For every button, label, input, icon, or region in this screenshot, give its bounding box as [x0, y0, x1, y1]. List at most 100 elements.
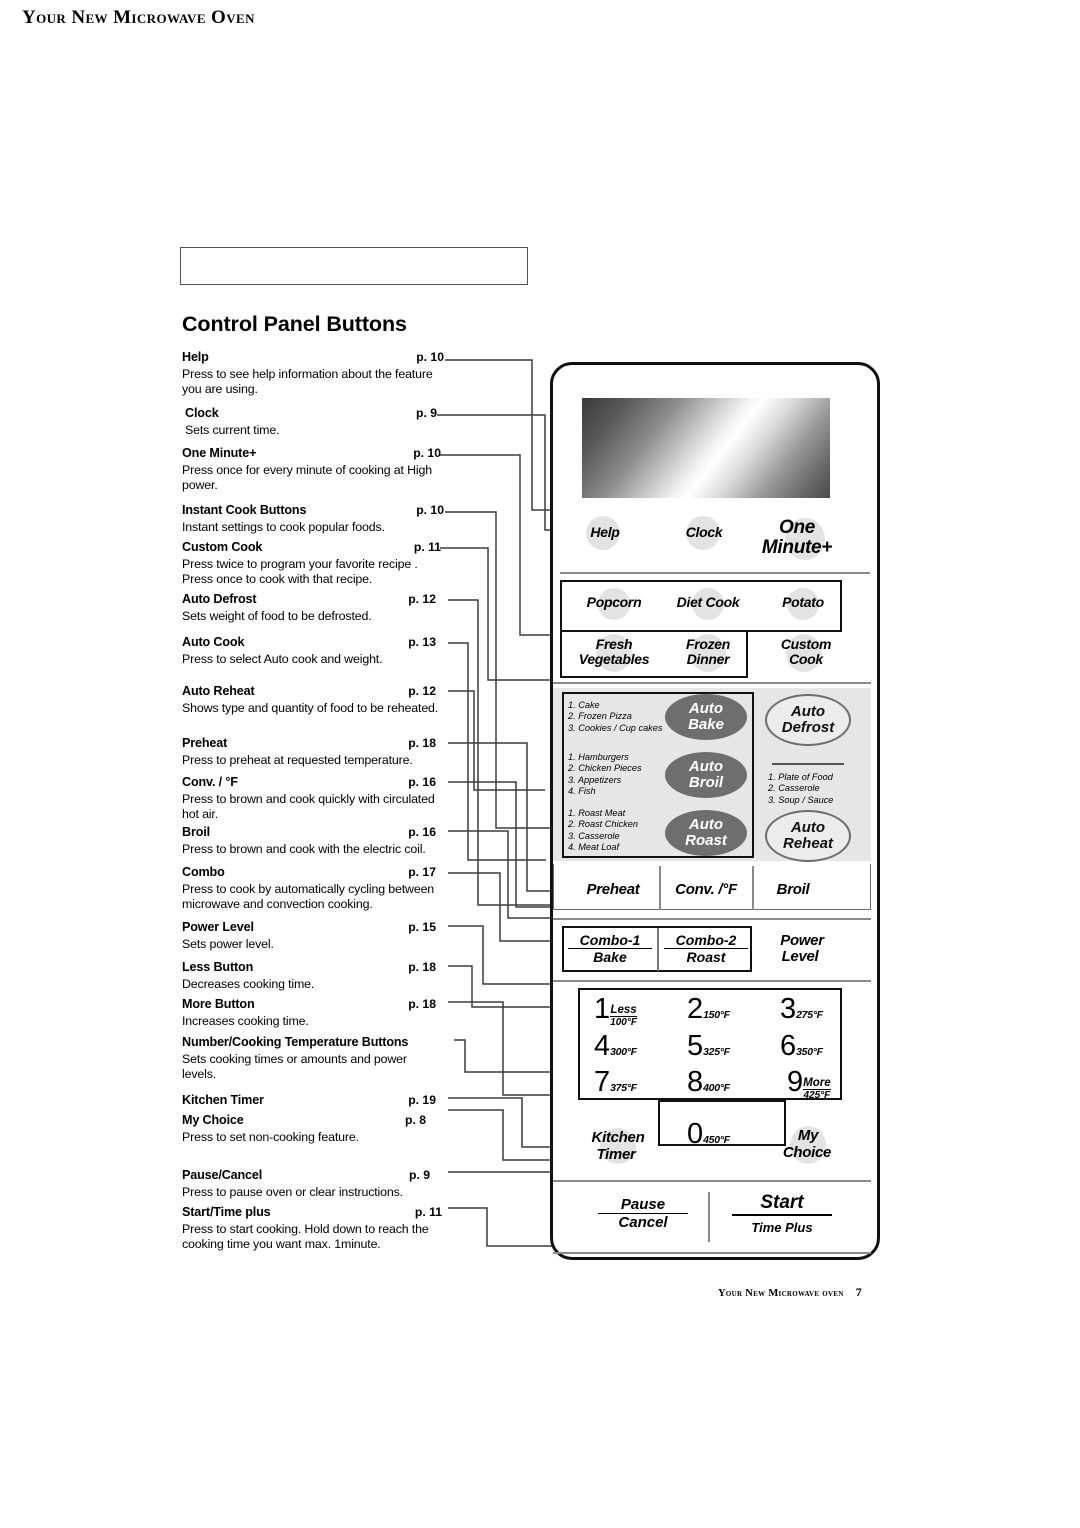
auto-broil-food-list: 1. Hamburgers 2. Chicken Pieces 3. Appet…: [568, 752, 642, 798]
spec-description: Press once for every minute of cooking a…: [182, 463, 432, 493]
preheat-button-label[interactable]: Preheat: [570, 882, 656, 898]
my-choice-label-line2[interactable]: Choice: [760, 1145, 854, 1161]
auto-roast-label-line1: Auto: [688, 816, 724, 834]
frozen-dinner-label-line2[interactable]: Dinner: [664, 652, 752, 667]
conv-button-label[interactable]: Conv. /°F: [662, 882, 750, 898]
display-screen: [582, 398, 830, 498]
auto-reheat-label-line1: Auto: [790, 819, 826, 837]
clock-button-label[interactable]: Clock: [678, 525, 730, 540]
kitchen-timer-label-line2[interactable]: Timer: [568, 1147, 664, 1163]
start-time-plus-button[interactable]: Start Time Plus: [732, 1192, 832, 1238]
spec-page-ref: p. 16: [408, 775, 436, 789]
food-item: 1. Plate of Food: [768, 772, 833, 782]
spec-item-pause-cancel: Pause/Cancel p. 9 Press to pause oven or…: [182, 1168, 444, 1200]
fresh-vegetables-label-line1[interactable]: Fresh: [566, 637, 662, 652]
my-choice-label-line1[interactable]: My: [768, 1128, 848, 1144]
combo-2-button[interactable]: Combo-2 Roast: [664, 932, 748, 965]
spec-description: Press to see help information about the …: [182, 367, 433, 397]
spec-item-power-level: Power Level p. 15 Sets power level.: [182, 920, 444, 952]
spec-page-ref: p. 9: [409, 1168, 430, 1182]
spec-name: More Button: [182, 997, 255, 1011]
help-button-label[interactable]: Help: [580, 525, 630, 540]
panel-divider-instant: [553, 682, 871, 684]
one-minute-button-label-line2[interactable]: Minute+: [752, 538, 842, 558]
auto-broil-button[interactable]: Auto Broil: [665, 752, 747, 798]
food-item: 2. Casserole: [768, 783, 820, 794]
food-item: 1. Hamburgers: [568, 752, 629, 762]
power-level-label-line1[interactable]: Power: [762, 933, 842, 949]
spec-item-auto-reheat: Auto Reheat p. 12 Shows type and quantit…: [182, 684, 444, 716]
keypad-digit: 2: [687, 993, 704, 1025]
spec-page-ref: p. 10: [416, 350, 444, 364]
combo-2-label-bottom: Roast: [686, 949, 726, 965]
spec-description: Press to start cooking. Hold down to rea…: [182, 1222, 429, 1252]
spec-item-start-time-plus: Start/Time plus p. 11 Press to start coo…: [182, 1205, 452, 1253]
time-plus-label: Time Plus: [751, 1220, 813, 1235]
keypad-key-7[interactable]: 7375°F: [594, 1066, 637, 1099]
auto-reheat-food-list: 1. Plate of Food 2. Casserole 3. Soup / …: [768, 772, 833, 806]
panel-divider-bottom-2: [553, 1252, 871, 1254]
one-minute-button-label-line1[interactable]: One: [762, 518, 832, 538]
spec-description: Press to cook by automatically cycling b…: [182, 882, 435, 912]
keypad-key-4[interactable]: 4300°F: [594, 1030, 637, 1063]
auto-bake-button[interactable]: Auto Bake: [665, 694, 747, 740]
broil-button-label[interactable]: Broil: [756, 882, 830, 898]
keypad-key-2[interactable]: 2150°F: [687, 993, 730, 1026]
kitchen-timer-label-line1[interactable]: Kitchen: [570, 1130, 666, 1146]
spec-page-ref: p. 16: [408, 825, 436, 839]
power-level-label-line2[interactable]: Level: [760, 949, 840, 965]
food-item: 4. Meat Loaf: [568, 842, 620, 853]
keypad-less-label: Less: [610, 1003, 637, 1017]
keypad-key-0[interactable]: 0450°F: [687, 1118, 730, 1151]
spec-item-instant-cook: Instant Cook Buttons p. 10 Instant setti…: [182, 503, 444, 535]
combo-2-label-top: Combo-2: [664, 932, 748, 949]
spec-page-ref: p. 10: [416, 503, 444, 517]
auto-roast-food-list: 1. Roast Meat 2. Roast Chicken 3. Casser…: [568, 808, 638, 854]
auto-defrost-label-line2: Defrost: [781, 719, 835, 736]
spec-page-ref: p. 10: [413, 446, 441, 460]
fresh-vegetables-label-line2[interactable]: Vegetables: [560, 652, 668, 667]
food-item: 2. Chicken Pieces: [568, 763, 642, 774]
keypad-key-3[interactable]: 3275°F: [780, 993, 823, 1026]
potato-button-label[interactable]: Potato: [765, 595, 841, 610]
auto-reheat-button[interactable]: Auto Reheat: [765, 810, 851, 862]
keypad-digit: 1: [594, 993, 611, 1025]
keypad-key-5[interactable]: 5325°F: [687, 1030, 730, 1063]
auto-broil-label-line2: Broil: [688, 774, 724, 791]
section-heading: Control Panel Buttons: [182, 312, 407, 336]
frozen-dinner-label-line1[interactable]: Frozen: [664, 637, 752, 652]
spec-page-ref: p. 19: [408, 1093, 436, 1107]
spec-description: Press twice to program your favorite rec…: [182, 557, 418, 587]
keypad-key-6[interactable]: 6350°F: [780, 1030, 823, 1063]
combo-1-button[interactable]: Combo-1 Bake: [568, 932, 652, 965]
auto-reheat-label-line2: Reheat: [782, 835, 834, 852]
keypad-key-9[interactable]: 9 More 425°F: [787, 1066, 831, 1101]
custom-cook-label-line1[interactable]: Custom: [762, 637, 850, 652]
food-item: 1. Cake: [568, 700, 600, 710]
spec-item-number-buttons: Number/Cooking Temperature Buttons Sets …: [182, 1035, 444, 1083]
spec-name: Start/Time plus: [182, 1205, 271, 1219]
food-item: 2. Frozen Pizza: [568, 711, 632, 722]
auto-bake-label-line1: Auto: [688, 700, 724, 718]
keypad-temp: 400°F: [703, 1082, 730, 1094]
auto-defrost-button[interactable]: Auto Defrost: [765, 694, 851, 746]
popcorn-button-label[interactable]: Popcorn: [570, 595, 658, 610]
spec-item-my-choice: My Choice p. 8 Press to set non-cooking …: [182, 1113, 444, 1145]
spec-description: Decreases cooking time.: [182, 977, 315, 991]
keypad-more-label: More: [803, 1076, 831, 1090]
food-item: 3. Soup / Sauce: [768, 794, 834, 805]
spec-item-custom-cook: Custom Cook p. 11 Press twice to program…: [182, 540, 444, 588]
spec-item-combo: Combo p. 17 Press to cook by automatical…: [182, 865, 444, 913]
spec-page-ref: p. 11: [414, 1205, 442, 1219]
custom-cook-label-line2[interactable]: Cook: [762, 652, 850, 667]
diet-cook-button-label[interactable]: Diet Cook: [661, 595, 755, 610]
keypad-key-8[interactable]: 8400°F: [687, 1066, 730, 1099]
pause-cancel-button[interactable]: Pause Cancel: [598, 1196, 688, 1231]
spec-name: Broil: [182, 825, 210, 839]
auto-roast-button[interactable]: Auto Roast: [665, 810, 747, 856]
spec-description: Sets weight of food to be defrosted.: [182, 609, 372, 623]
spec-page-ref: p. 11: [413, 540, 441, 554]
page-footer: Your New Microwave oven 7: [718, 1285, 862, 1300]
keypad-digit: 7: [594, 1066, 611, 1098]
keypad-key-1[interactable]: 1 Less 100°F: [594, 993, 637, 1028]
